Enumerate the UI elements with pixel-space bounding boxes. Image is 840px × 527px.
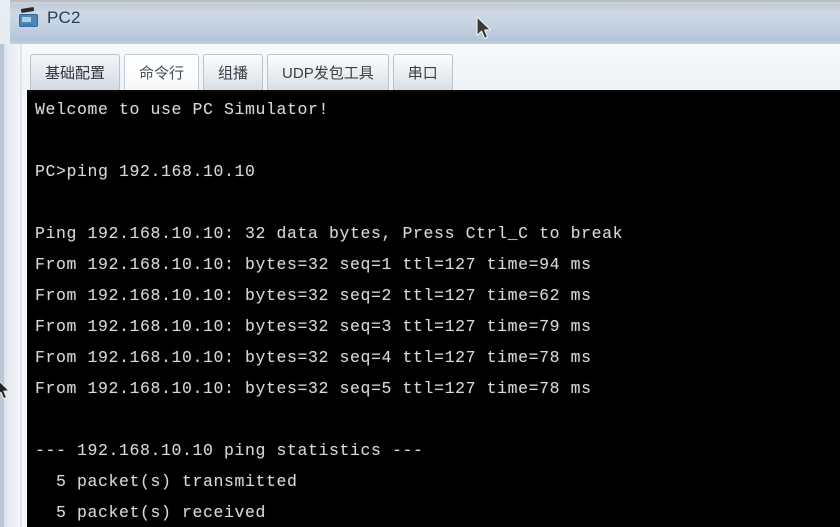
terminal-line: 5 packet(s) transmitted [35, 472, 298, 491]
tab-multicast-label: 组播 [218, 65, 249, 82]
window-frame: PC2 基础配置 命令行 组播 UDP发包工具 串口 Welcome to us… [0, 0, 840, 527]
terminal-line: From 192.168.10.10: bytes=32 seq=3 ttl=1… [35, 317, 592, 336]
pc-simulator-window: PC2 基础配置 命令行 组播 UDP发包工具 串口 Welcome to us… [0, 0, 840, 527]
window-title: PC2 [47, 8, 81, 27]
terminal-line: 5 packet(s) received [35, 503, 267, 522]
pc-monitor-icon-stand [23, 24, 33, 27]
tab-serial-port[interactable]: 串口 [392, 54, 453, 90]
tab-udp-sender-label: UDP发包工具 [282, 65, 374, 82]
tab-basic-config[interactable]: 基础配置 [30, 54, 121, 90]
tab-basic-config-label: 基础配置 [45, 65, 106, 82]
pc-monitor-icon-antenna [20, 7, 35, 13]
title-bar-content: PC2 [18, 7, 81, 28]
terminal-console[interactable]: Welcome to use PC Simulator! PC>ping 192… [27, 90, 840, 527]
terminal-line: Ping 192.168.10.10: 32 data bytes, Press… [35, 224, 624, 243]
tab-command-line[interactable]: 命令行 [124, 54, 200, 90]
pc-monitor-icon [18, 7, 40, 28]
terminal-line: From 192.168.10.10: bytes=32 seq=4 ttl=1… [35, 348, 592, 367]
tab-bar: 基础配置 命令行 组播 UDP发包工具 串口 [22, 44, 840, 90]
terminal-output: Welcome to use PC Simulator! PC>ping 192… [35, 94, 840, 527]
tab-command-line-label: 命令行 [139, 65, 185, 82]
window-body: 基础配置 命令行 组播 UDP发包工具 串口 Welcome to use PC… [20, 44, 840, 527]
terminal-line: --- 192.168.10.10 ping statistics --- [35, 441, 424, 460]
terminal-line: From 192.168.10.10: bytes=32 seq=2 ttl=1… [35, 286, 592, 305]
terminal-line: From 192.168.10.10: bytes=32 seq=1 ttl=1… [35, 255, 592, 274]
terminal-line: From 192.168.10.10: bytes=32 seq=5 ttl=1… [35, 379, 592, 398]
tab-udp-sender[interactable]: UDP发包工具 [267, 54, 389, 90]
terminal-line: PC>ping 192.168.10.10 [35, 162, 256, 181]
window-left-edge [0, 44, 4, 527]
terminal-line: Welcome to use PC Simulator! [35, 100, 330, 119]
tab-serial-port-label: 串口 [407, 65, 438, 82]
title-bar: PC2 [10, 0, 840, 46]
tab-multicast[interactable]: 组播 [203, 54, 264, 90]
